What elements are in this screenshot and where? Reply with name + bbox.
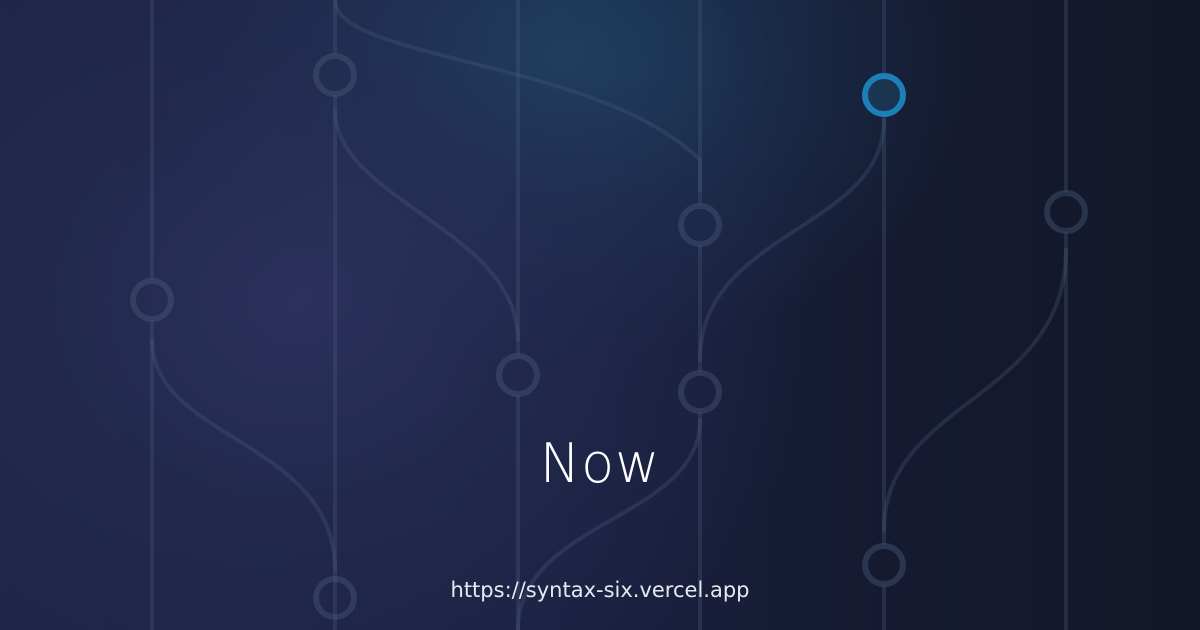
page-title: Now bbox=[539, 432, 661, 495]
branch-curve bbox=[698, 118, 886, 362]
commit-node bbox=[678, 370, 722, 414]
git-branch-graph-icon bbox=[130, 0, 1088, 630]
branch-curve bbox=[333, 108, 520, 342]
commit-node bbox=[678, 203, 722, 247]
commit-node-active-icon bbox=[862, 73, 906, 117]
site-url: https://syntax-six.vercel.app bbox=[450, 578, 750, 602]
commit-node bbox=[1044, 190, 1088, 234]
commit-node bbox=[496, 353, 540, 397]
commit-node bbox=[130, 278, 174, 322]
og-image-canvas: Now https://syntax-six.vercel.app bbox=[0, 0, 1200, 630]
commit-node bbox=[313, 53, 357, 97]
